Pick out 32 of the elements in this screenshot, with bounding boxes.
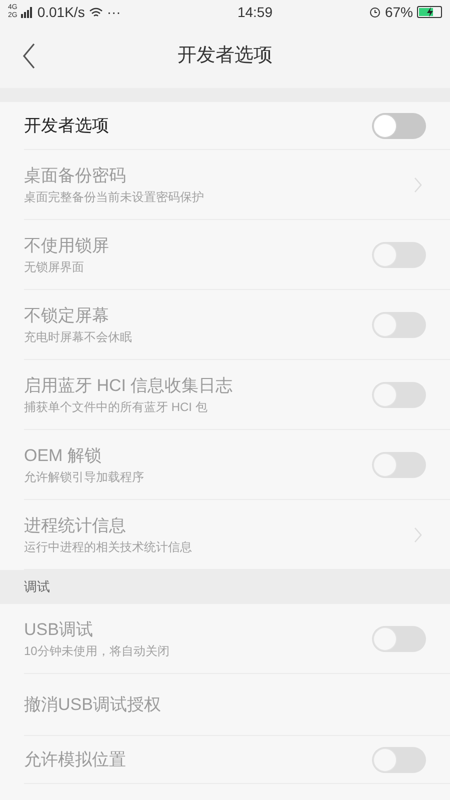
section-header: 调试 [0,570,450,604]
toggle-switch[interactable] [372,112,426,138]
row-subtitle: 充电时屏幕不会休眠 [24,328,133,346]
row-title: 桌面备份密码 [24,164,127,186]
row-subtitle: 捕获单个文件中的所有蓝牙 HCI 包 [24,398,208,416]
page-title: 开发者选项 [178,44,272,68]
row-subtitle: 运行中进程的相关技术统计信息 [24,538,193,556]
wifi-icon [88,6,103,18]
row-title: 不锁定屏幕 [24,304,110,326]
row-subtitle: 允许解锁引导加载程序 [24,468,145,486]
row-title: 开发者选项 [24,114,110,136]
settings-row[interactable]: 开发者选项 [24,102,450,150]
battery-icon [417,6,442,18]
row-title: 撤消USB调试授权 [24,694,162,716]
row-title: 不使用锁屏 [24,234,110,256]
row-subtitle: 10分钟未使用，将自动关闭 [24,642,170,660]
row-title: 进程统计信息 [24,514,127,536]
row-subtitle: 桌面完整备份当前未设置密码保护 [24,188,205,206]
signal-icon [21,6,34,18]
chevron-right-icon [414,526,422,542]
back-icon[interactable] [22,43,36,69]
row-title: 启用蓝牙 HCI 信息收集日志 [24,374,234,396]
network-speed: 0.01K/s [37,2,85,22]
more-indicator: ··· [106,2,121,22]
battery-percent: 67% [384,2,413,22]
row-title: OEM 解锁 [24,444,102,466]
alarm-icon [368,6,381,18]
chevron-right-icon [414,176,422,192]
clock: 14:59 [236,2,274,22]
row-title: USB调试 [24,618,94,640]
row-subtitle: 无锁屏界面 [24,258,85,276]
row-title: 允许模拟位置 [24,748,127,770]
